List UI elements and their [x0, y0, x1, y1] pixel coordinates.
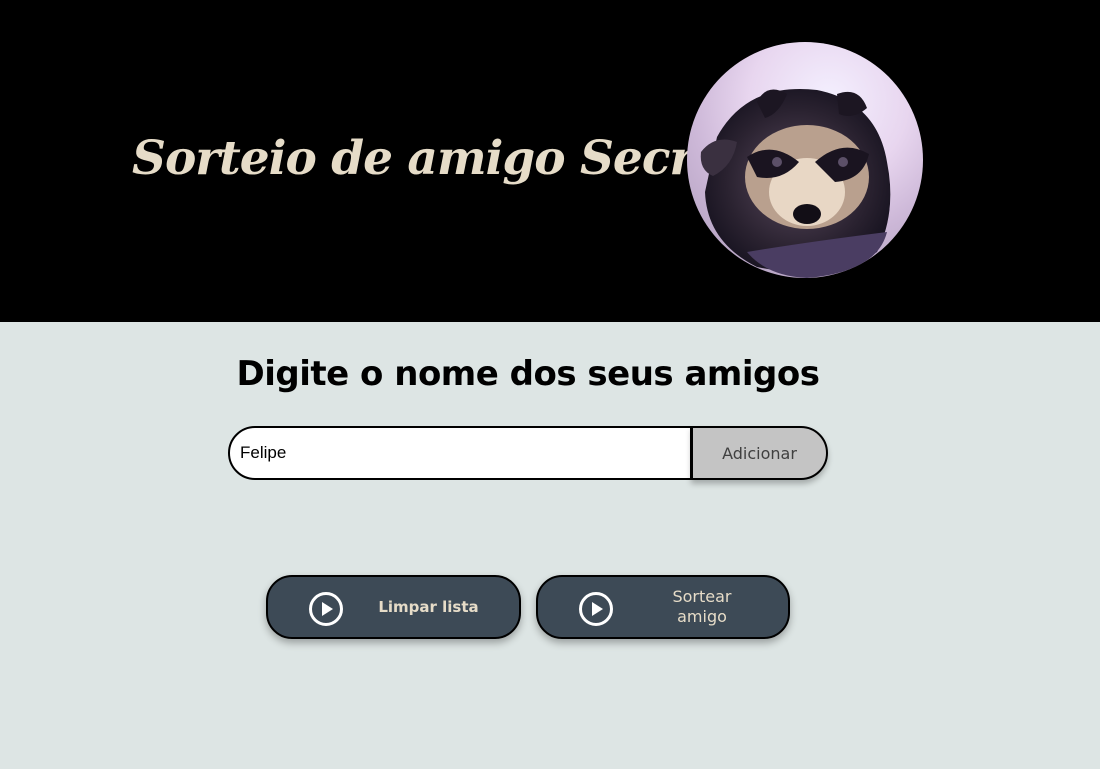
draw-friend-label: Sortear amigo — [672, 587, 732, 626]
add-button[interactable]: Adicionar — [691, 426, 828, 480]
page-header: Sorteio de amigo Secreto — [0, 0, 1100, 322]
page-title: Sorteio de amigo Secreto — [132, 131, 774, 186]
draw-friend-button[interactable]: Sortear amigo — [536, 575, 790, 639]
friend-name-input[interactable] — [228, 426, 692, 480]
play-circle-icon — [309, 592, 343, 626]
play-circle-icon — [579, 592, 613, 626]
clear-list-button[interactable]: Limpar lista — [266, 575, 521, 639]
main-content: Digite o nome dos seus amigos Adicionar … — [0, 322, 1100, 769]
add-friend-form: Adicionar — [228, 426, 828, 480]
section-title: Digite o nome dos seus amigos — [236, 354, 820, 394]
clear-list-label: Limpar lista — [378, 598, 479, 616]
raccoon-avatar-image — [687, 42, 923, 278]
